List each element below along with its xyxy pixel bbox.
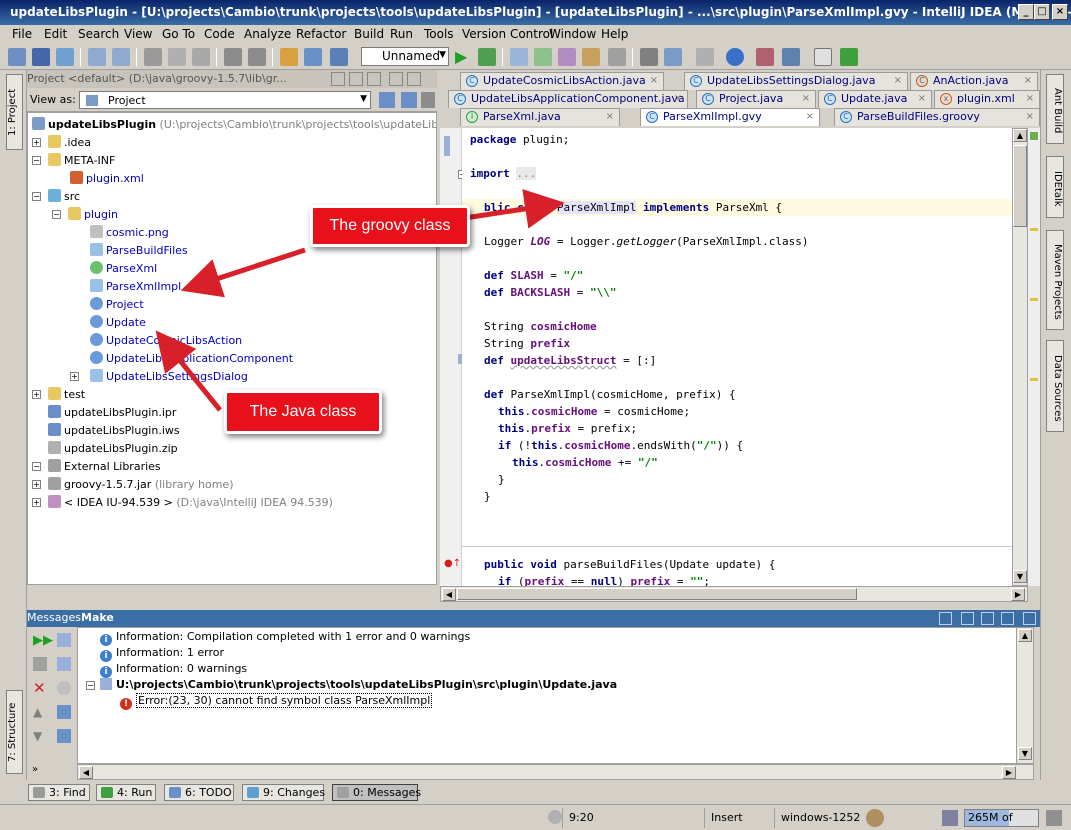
arrow-to-parsexmlimpl (180, 247, 306, 298)
callout-groovy-class: The groovy class (310, 205, 470, 247)
arrow-to-update (155, 330, 222, 412)
callout-java-class: The Java class (224, 390, 382, 434)
annotation-arrows (155, 189, 565, 412)
arrow-to-class-declaration (464, 189, 565, 229)
